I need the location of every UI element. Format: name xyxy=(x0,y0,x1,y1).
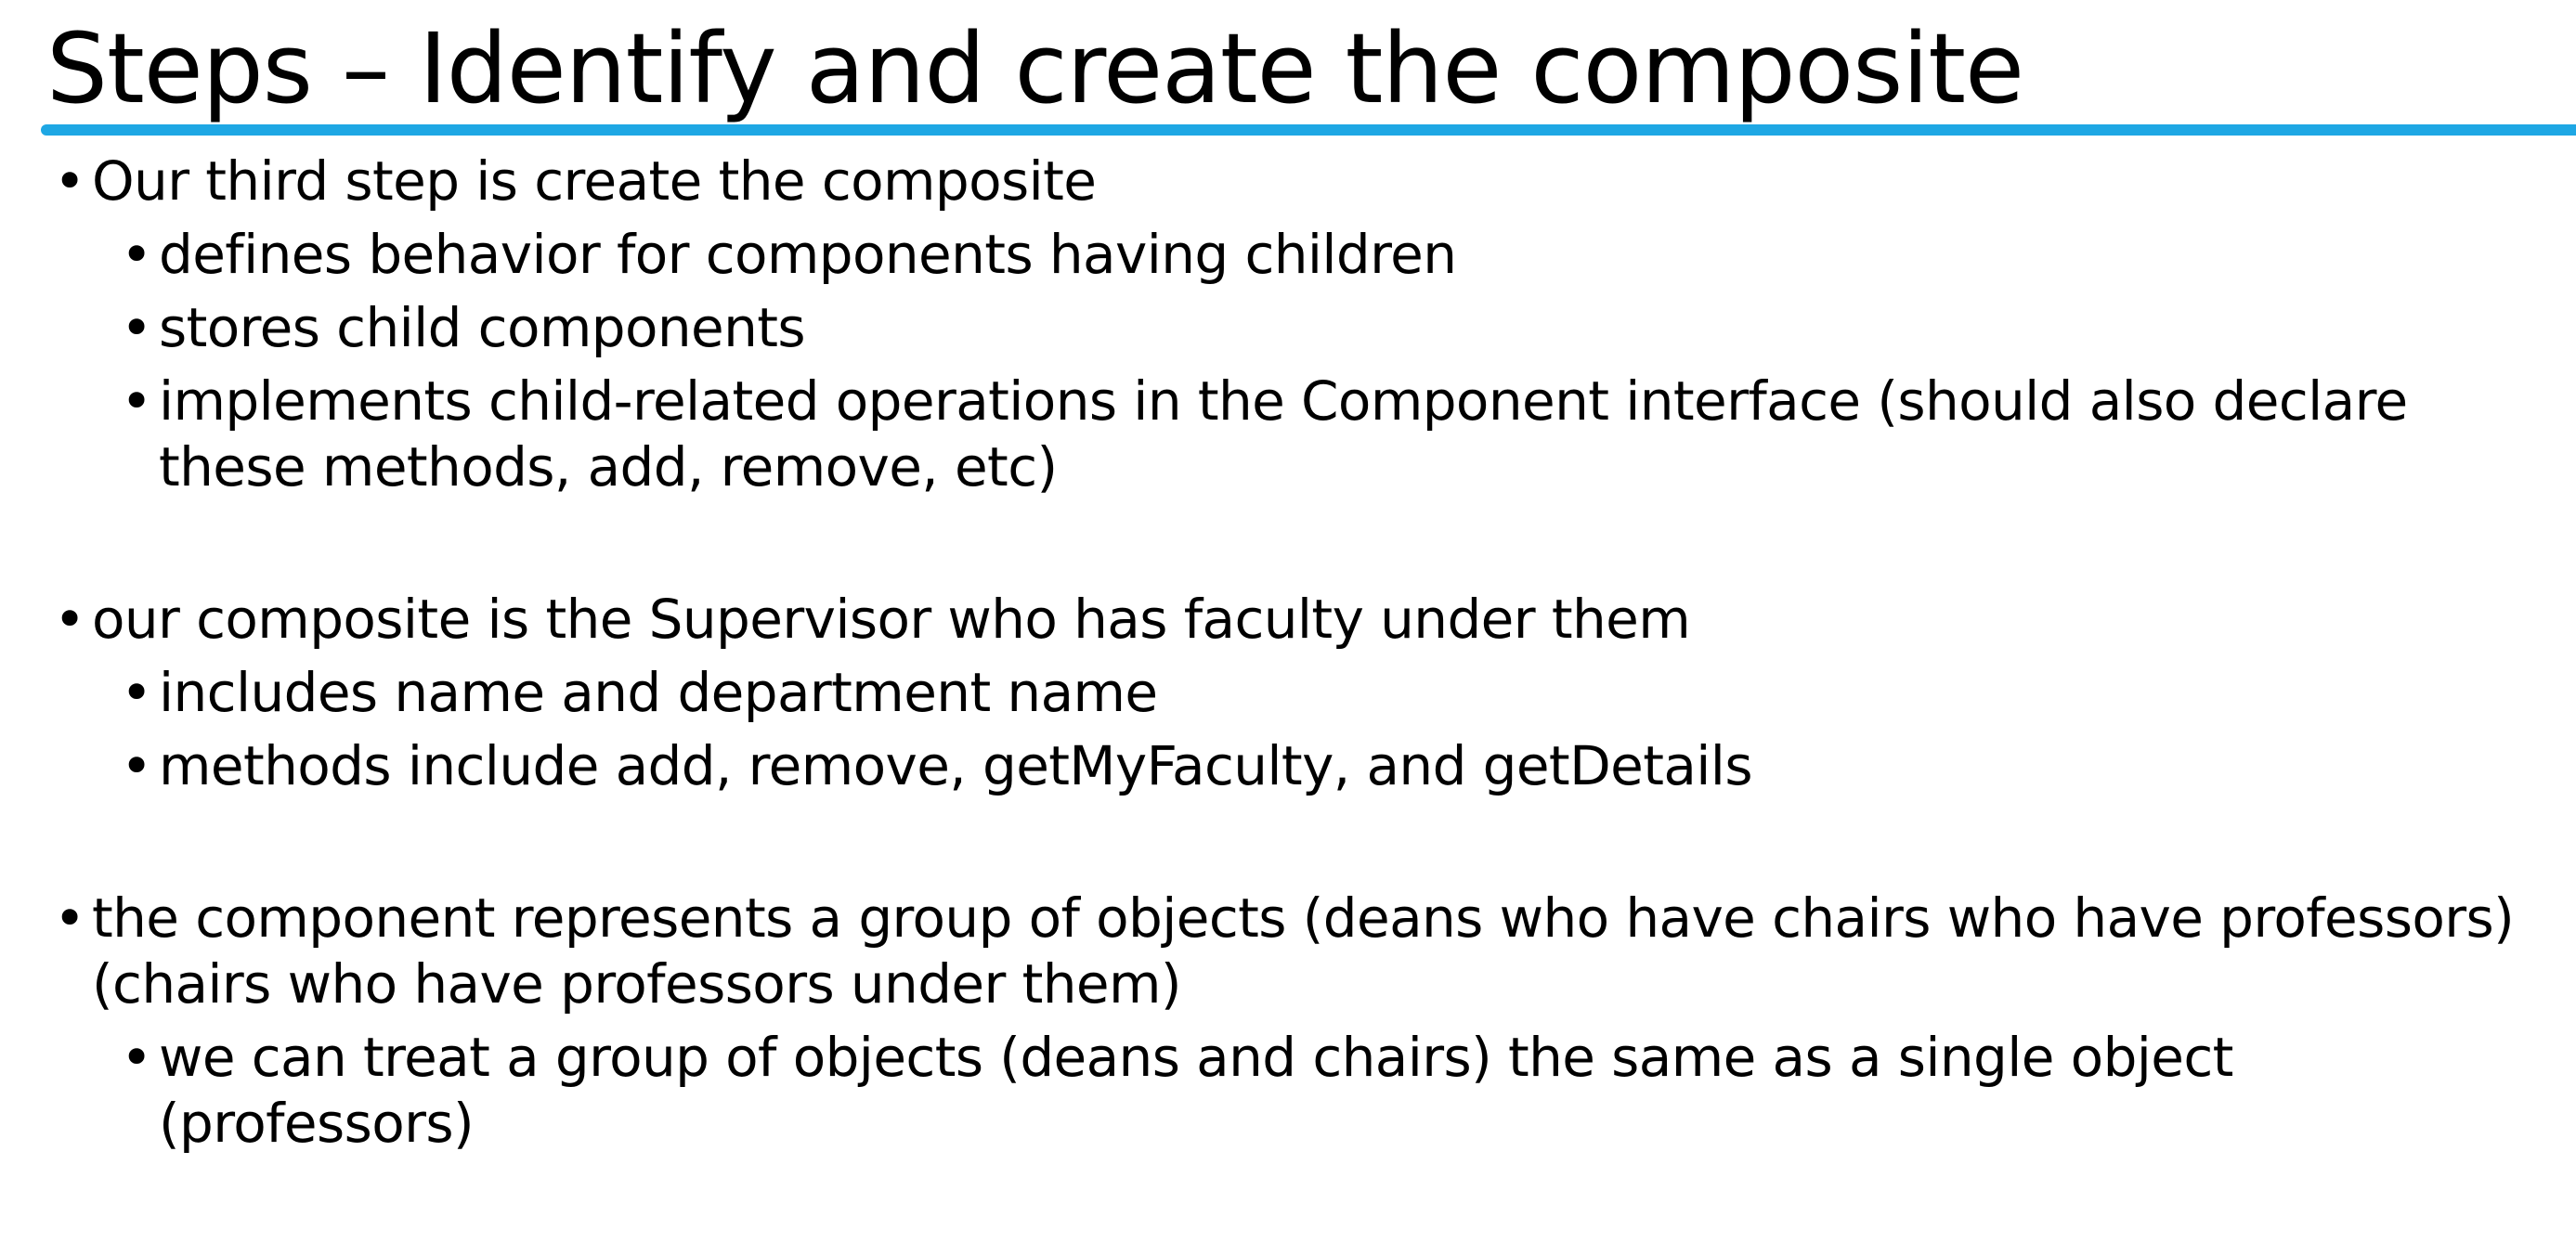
bullet-text: implements child-related operations in t… xyxy=(159,369,2408,498)
bullet-sub: • includes name and department name xyxy=(50,660,2557,726)
bullet-dot: • xyxy=(121,661,152,724)
bullet-sub: • stores child components xyxy=(50,295,2557,361)
bullet-dot: • xyxy=(121,734,152,797)
bullet-sub: • methods include add, remove, getMyFacu… xyxy=(50,733,2557,799)
bullet-dot: • xyxy=(121,296,152,359)
bullet-dot: • xyxy=(54,886,85,950)
bullet-text: includes name and department name xyxy=(159,661,1158,724)
bullet-dot: • xyxy=(121,369,152,433)
bullet-dot: • xyxy=(54,588,85,651)
slide-title: Steps – Identify and create the composit… xyxy=(46,12,2024,125)
bullet-main: • the component represents a group of ob… xyxy=(50,886,2557,1017)
bullet-group-2: • our composite is the Supervisor who ha… xyxy=(50,587,2557,799)
bullet-text: our composite is the Supervisor who has … xyxy=(92,588,1691,651)
bullet-sub: • we can treat a group of objects (deans… xyxy=(50,1025,2557,1157)
bullet-text: Our third step is create the composite xyxy=(92,149,1097,213)
bullet-text: methods include add, remove, getMyFacult… xyxy=(159,734,1753,797)
bullet-dot: • xyxy=(121,1026,152,1089)
slide-body: • Our third step is create the composite… xyxy=(50,149,2557,1157)
bullet-main: • Our third step is create the composite xyxy=(50,149,2557,214)
bullet-main: • our composite is the Supervisor who ha… xyxy=(50,587,2557,653)
bullet-sub: • implements child-related operations in… xyxy=(50,369,2557,500)
bullet-sub: • defines behavior for components having… xyxy=(50,222,2557,288)
bullet-text: defines behavior for components having c… xyxy=(159,223,1457,286)
bullet-text: the component represents a group of obje… xyxy=(92,886,2515,1016)
bullet-text: we can treat a group of objects (deans a… xyxy=(159,1026,2233,1155)
bullet-dot: • xyxy=(54,149,85,213)
bullet-dot: • xyxy=(121,223,152,286)
bullet-text: stores child components xyxy=(159,296,806,359)
title-underline xyxy=(41,124,2576,136)
bullet-group-1: • Our third step is create the composite… xyxy=(50,149,2557,500)
bullet-group-3: • the component represents a group of ob… xyxy=(50,886,2557,1157)
